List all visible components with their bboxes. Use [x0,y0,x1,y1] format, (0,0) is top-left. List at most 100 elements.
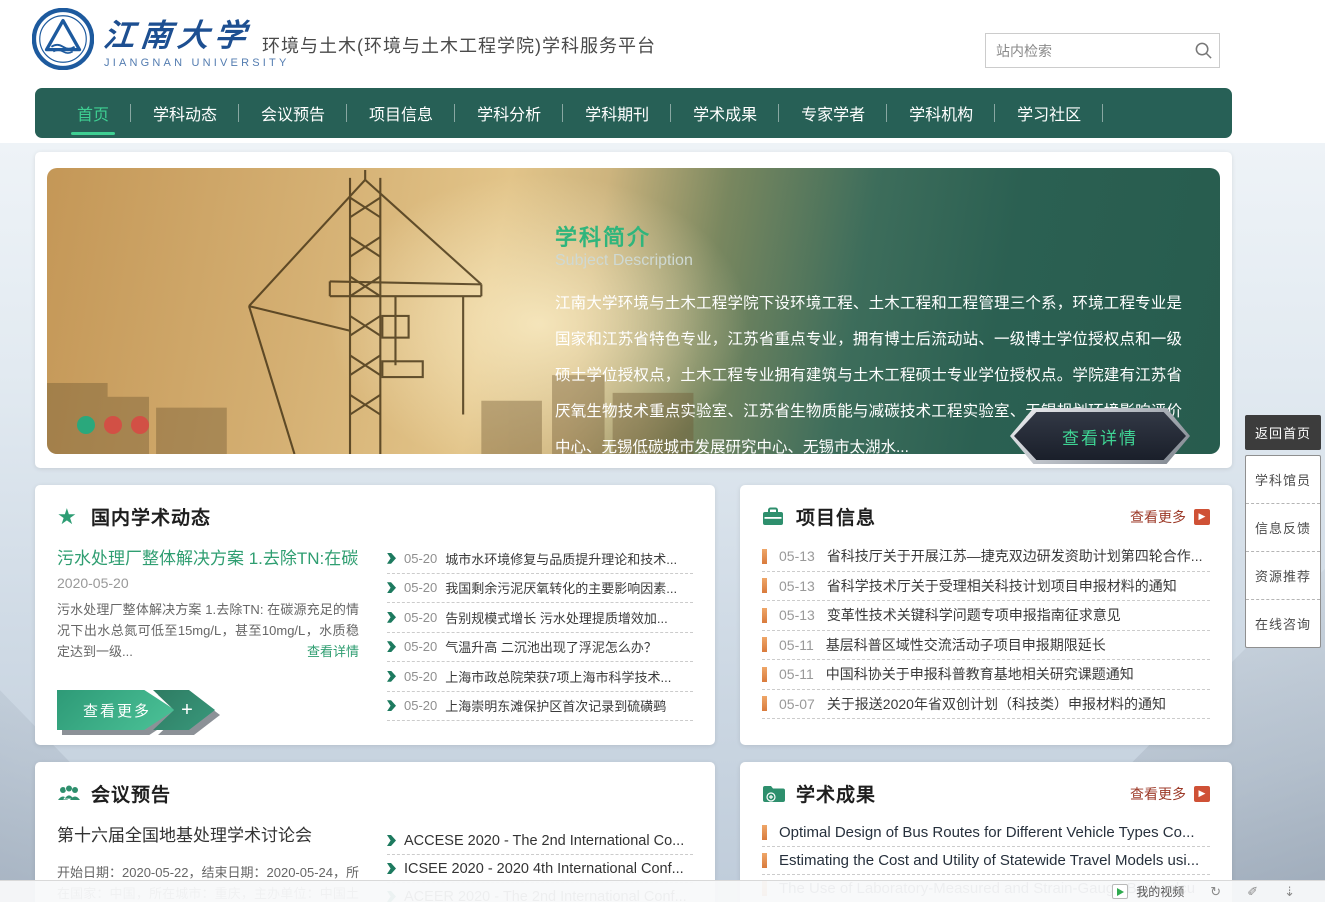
orange-bar-bullet [762,696,767,711]
university-logo[interactable]: 江南大学 JIANGNAN UNIVERSITY [32,8,290,70]
nav-item[interactable]: 会议预告 [239,88,347,138]
domestic-news-list: 05-20 城市水环境修复与品质提升理论和技术... 05-20 我国剩余污泥厌… [387,544,693,721]
quick-menu-item[interactable]: 资源推荐 [1246,551,1320,599]
refresh-icon[interactable]: ↻ [1210,884,1221,900]
project-list-item[interactable]: 05-11 基层科普区域性交流活动子项目申报期限延长 [762,631,1210,661]
nav-item-label: 首页 [77,101,109,125]
quick-menu-item[interactable]: 信息反馈 [1246,503,1320,551]
nav-item[interactable]: 学科动态 [131,88,239,138]
site-title: 环境与土木(环境与土木工程学院)学科服务平台 [262,32,656,58]
floating-quick-menu: 返回首页 学科馆员 信息反馈 资源推荐 在线咨询 [1245,415,1321,648]
chevron-bullet-icon [387,553,396,564]
view-more-label: 查看更多 [57,690,175,730]
nav-list: 首页 学科动态 会议预告 项目信息 学科分析 学科期刊 学术成果 专家学者 学科… [55,88,1103,138]
achievement-list-item[interactable]: Estimating the Cost and Utility of State… [762,847,1210,875]
project-item-date: 05-11 [779,637,814,653]
carousel-dots [77,416,149,434]
achievement-item-title: Optimal Design of Bus Routes for Differe… [779,824,1194,841]
project-list-item[interactable]: 05-13 省科学技术厅关于受理相关科技计划项目申报材料的通知 [762,572,1210,602]
university-seal-icon [32,8,94,70]
nav-item-label: 项目信息 [369,101,433,125]
logo-english-name: JIANGNAN UNIVERSITY [104,57,290,69]
project-list-item[interactable]: 05-07 关于报送2020年省双创计划（科技类）申报材料的通知 [762,690,1210,720]
view-detail-label: 查看详情 [1062,424,1138,449]
search-icon[interactable] [1187,41,1219,60]
red-arrow-icon: ▶ [1194,509,1210,525]
project-list-item[interactable]: 05-11 中国科协关于申报科普教育基地相关研究课题通知 [762,660,1210,690]
carousel-dot-1[interactable] [77,416,95,434]
search-input[interactable] [986,43,1187,59]
achievements-more-link[interactable]: 查看更多 ▶ [1130,784,1210,804]
news-item-date: 05-20 [404,669,437,684]
news-item-date: 05-20 [404,639,437,654]
project-item-title: 变革性技术关键科学问题专项申报指南征求意见 [827,605,1121,625]
nav-item[interactable]: 学术成果 [671,88,779,138]
project-item-title: 基层科普区域性交流活动子项目申报期限延长 [826,635,1106,655]
nav-item[interactable]: 首页 [55,88,131,138]
nav-item-label: 学科分析 [477,101,541,125]
news-list-item[interactable]: 05-20 告别规模式增长 污水处理提质增效加... [387,603,693,633]
orange-bar-bullet [762,549,767,564]
nav-item[interactable]: 学科机构 [887,88,995,138]
nav-item[interactable]: 项目信息 [347,88,455,138]
news-list-item[interactable]: 05-20 城市水环境修复与品质提升理论和技术... [387,544,693,574]
project-list-item[interactable]: 05-13 省科技厅关于开展江苏—捷克双边研发资助计划第四轮合作... [762,542,1210,572]
folder-icon [762,783,786,805]
project-list-item[interactable]: 05-13 变革性技术关键科学问题专项申报指南征求意见 [762,601,1210,631]
briefcase-icon [762,506,786,528]
news-list-item[interactable]: 05-20 上海崇明东滩保护区首次记录到硫磺鹀 [387,692,693,722]
conference-featured-title[interactable]: 第十六届全国地基处理学术讨论会 [57,821,359,846]
nav-item[interactable]: 学科分析 [455,88,563,138]
project-list: 05-13 省科技厅关于开展江苏—捷克双边研发资助计划第四轮合作... 05-1… [762,542,1210,719]
people-group-icon [57,783,81,805]
achievement-list-item[interactable]: Optimal Design of Bus Routes for Differe… [762,819,1210,847]
panel-project-info: 项目信息 查看更多 ▶ 05-13 省科技厅关于开展江苏—捷克双边研发资助计划第… [740,485,1232,745]
carousel-dot-2[interactable] [104,416,122,434]
nav-item[interactable]: 学科期刊 [563,88,671,138]
orange-bar-bullet [762,608,767,623]
news-list-item[interactable]: 05-20 我国剩余污泥厌氧转化的主要影响因素... [387,574,693,604]
view-more-button[interactable]: 查看更多 + [57,690,217,730]
projects-more-link[interactable]: 查看更多 ▶ [1130,507,1210,527]
banner-title: 学科简介 [555,220,651,252]
project-item-title: 省科学技术厅关于受理相关科技计划项目申报材料的通知 [827,576,1177,596]
quick-menu-item[interactable]: 学科馆员 [1246,456,1320,503]
carousel-dot-3[interactable] [131,416,149,434]
my-video-label: 我的视频 [1136,883,1184,900]
site-header: 江南大学 JIANGNAN UNIVERSITY 环境与土木(环境与土木工程学院… [0,0,1325,82]
project-item-date: 05-11 [779,666,814,682]
nav-item-label: 学科动态 [153,101,217,125]
news-item-title: 告别规模式增长 污水处理提质增效加... [445,608,667,627]
chevron-bullet-icon [387,863,396,874]
orange-bar-bullet [762,825,767,840]
nav-item[interactable]: 学习社区 [995,88,1103,138]
view-detail-button[interactable]: 查看详情 [1010,408,1190,464]
nav-item[interactable]: 专家学者 [779,88,887,138]
news-item-date: 05-20 [404,580,437,595]
featured-article-title[interactable]: 污水处理厂整体解决方案 1.去除TN:在碳... [57,544,359,569]
conference-list-item[interactable]: ICSEE 2020 - 2020 4th International Conf… [387,855,693,883]
featured-article-date: 2020-05-20 [57,575,359,591]
quick-menu-box: 学科馆员 信息反馈 资源推荐 在线咨询 [1245,455,1321,648]
nav-item-label: 学习社区 [1017,101,1081,125]
my-video-widget[interactable]: 我的视频 [1112,883,1184,900]
nav-item-label: 专家学者 [801,101,865,125]
hero-carousel-card: 学科简介 Subject Description 江南大学环境与土木工程学院下设… [35,152,1232,468]
panel-conf-title: 会议预告 [91,780,171,807]
back-to-home-button[interactable]: 返回首页 [1245,415,1321,450]
news-item-title: 气温升高 二沉池出现了浮泥怎么办？ [445,637,657,656]
news-list-item[interactable]: 05-20 上海市政总院荣获7项上海市科学技术... [387,662,693,692]
chevron-bullet-icon [387,641,396,652]
quick-menu-item[interactable]: 在线咨询 [1246,599,1320,647]
panel-domestic-title: 国内学术动态 [91,503,211,530]
conference-list-item[interactable]: ACCESE 2020 - The 2nd International Co..… [387,827,693,855]
news-item-date: 05-20 [404,551,437,566]
news-item-date: 05-20 [404,610,437,625]
collapse-icon[interactable]: ⇣ [1284,884,1295,900]
news-item-title: 上海市政总院荣获7项上海市科学技术... [445,667,671,686]
orange-bar-bullet [762,667,767,682]
pin-icon[interactable]: ✐ [1247,884,1258,900]
achievement-item-title: Estimating the Cost and Utility of State… [779,852,1199,869]
project-item-title: 关于报送2020年省双创计划（科技类）申报材料的通知 [827,694,1166,714]
news-list-item[interactable]: 05-20 气温升高 二沉池出现了浮泥怎么办？ [387,633,693,663]
